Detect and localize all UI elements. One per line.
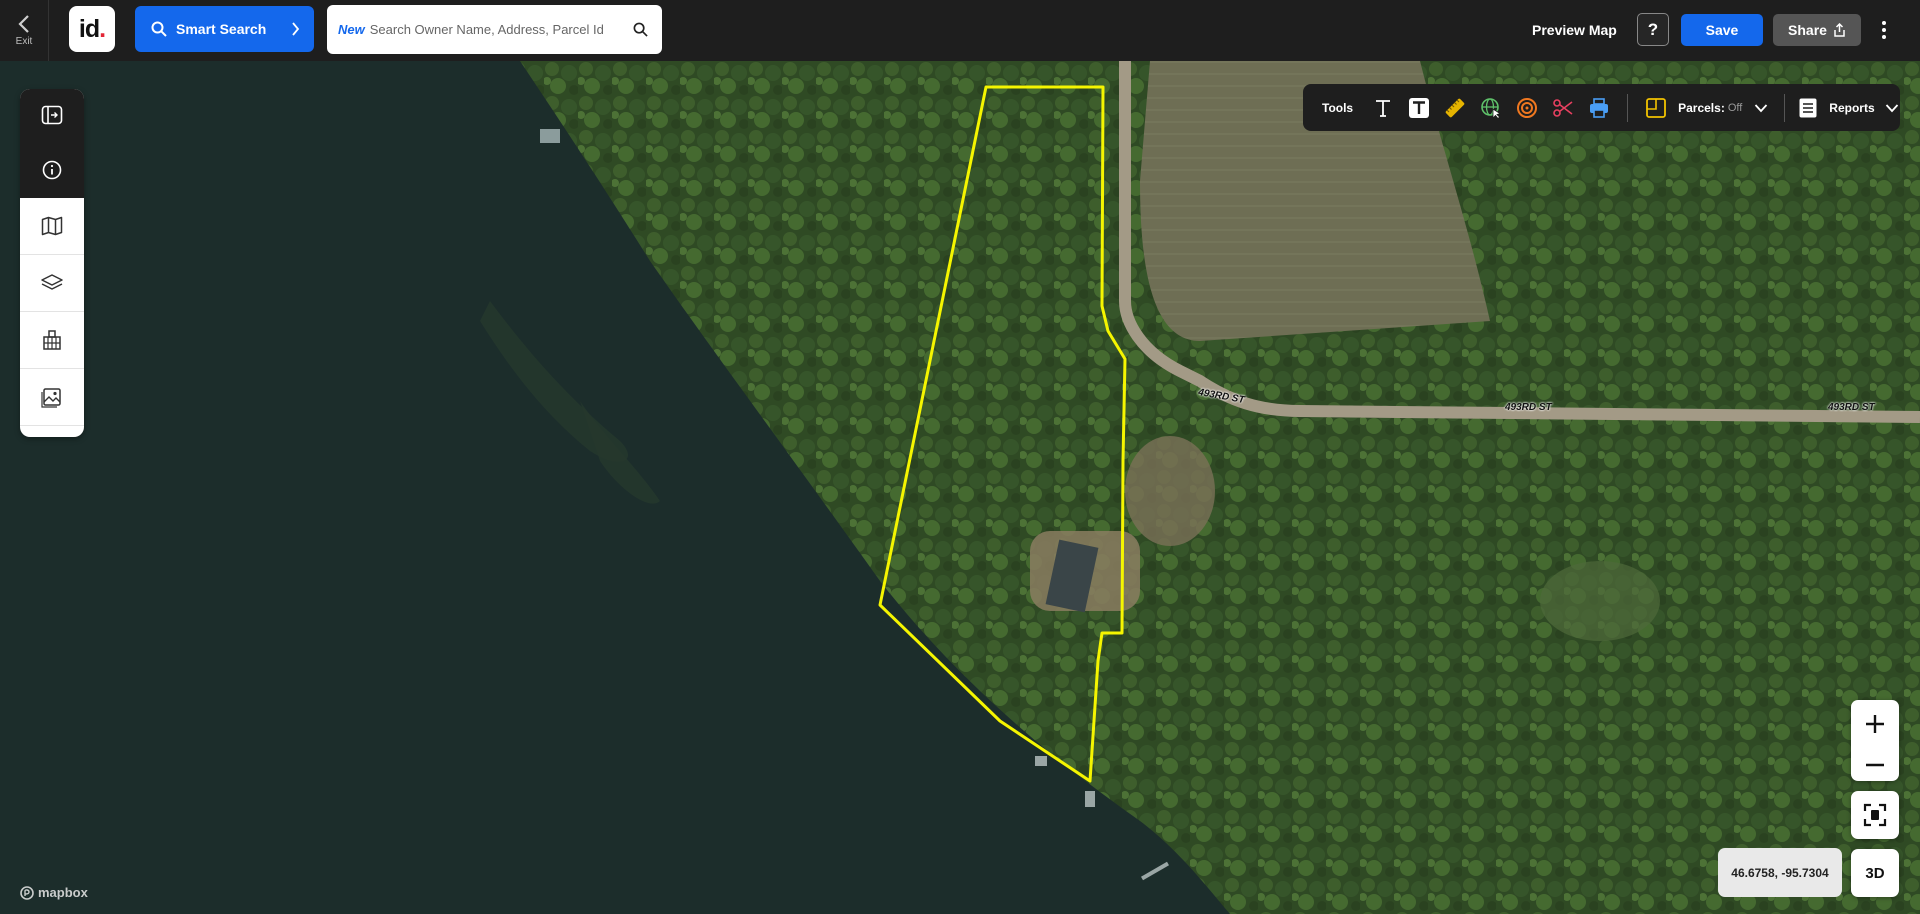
text-box-icon [1409,97,1430,118]
clearing [1540,561,1660,641]
exit-label: Exit [15,36,33,47]
exit-button[interactable]: Exit [0,0,49,61]
text-box-tool[interactable] [1401,93,1437,123]
buildings-icon [43,330,61,350]
parcels-toggle[interactable] [1638,93,1674,123]
image-icon [41,388,61,408]
fit-bounds-button[interactable] [1851,791,1899,839]
preview-map-button[interactable]: Preview Map [1520,13,1629,47]
info-button[interactable] [20,141,84,198]
logo-text: id [78,14,100,43]
logo[interactable]: id. [69,6,115,52]
chevron-down-icon[interactable] [1885,103,1899,113]
chevron-left-icon [18,15,29,33]
focus-frame-icon [1863,803,1887,827]
radius-tool[interactable] [1509,93,1545,123]
share-button[interactable]: Share [1773,14,1861,46]
smart-search-button[interactable]: Smart Search [135,6,314,52]
share-label: Share [1788,22,1827,38]
split-tool[interactable] [1545,93,1581,123]
globe-cursor-icon [1481,97,1502,119]
save-button[interactable]: Save [1681,14,1763,46]
map-button[interactable] [20,198,84,255]
radius-icon [1517,97,1538,118]
layers-icon [41,274,63,290]
reports-label[interactable]: Reports [1829,101,1874,115]
coordinates-readout: 46.6758, -95.7304 [1718,848,1842,897]
search-input[interactable] [369,22,633,37]
tools-bar: Tools Parcels: Off Reports [1303,84,1900,131]
reports-button[interactable] [1795,93,1821,123]
scissors-icon [1553,98,1573,117]
dock [1085,791,1095,807]
print-icon [1590,97,1609,118]
parcels-label[interactable]: Parcels: [1678,101,1725,115]
road-label: 493RD ST [1828,402,1875,413]
dock [540,129,560,143]
tools-label: Tools [1322,100,1354,115]
road-label: 493RD ST [1505,402,1552,413]
parcels-icon [1646,97,1667,118]
divider [1627,93,1629,122]
more-menu-icon[interactable] [1876,14,1892,46]
ruler-icon [1445,98,1465,117]
buildings-button[interactable] [20,312,84,369]
layers-button[interactable] [20,255,84,312]
zoom-out-icon[interactable] [1864,762,1886,768]
3d-toggle-button[interactable]: 3D [1851,849,1899,897]
share-icon [1834,23,1845,37]
satellite-map[interactable] [0,61,1920,914]
chevron-right-icon [292,22,300,36]
new-badge: New [338,22,365,37]
zoom-in-icon[interactable] [1864,713,1886,735]
parcels-state: Off [1727,101,1743,114]
top-bar: Exit id. Smart Search New Preview Map ? … [0,0,1920,61]
info-icon [42,160,62,179]
search-icon [151,21,167,37]
clearing [1125,436,1215,546]
chevron-down-icon[interactable] [1754,103,1768,113]
logo-dot: . [99,14,106,43]
search-icon[interactable] [633,22,648,37]
left-toolbar [20,89,84,437]
collapse-panel-button[interactable] [20,89,84,141]
imagery-button[interactable] [20,369,84,426]
report-icon [1799,98,1817,117]
mapbox-logo-icon [20,885,34,900]
search-bar[interactable]: New [327,5,662,54]
map-icon [41,216,63,236]
measure-tool[interactable] [1437,93,1473,123]
help-button[interactable]: ? [1637,13,1669,46]
zoom-control [1851,700,1899,781]
divider [1784,93,1786,122]
map-canvas[interactable] [0,61,1920,914]
text-icon [1376,99,1391,117]
mapbox-label: mapbox [38,885,88,900]
smart-search-label: Smart Search [176,21,267,37]
collapse-panel-icon [41,105,63,125]
text-tool[interactable] [1365,93,1401,123]
dock [1035,756,1047,766]
globe-select-tool[interactable] [1473,93,1509,123]
print-tool[interactable] [1581,93,1617,123]
mapbox-attribution[interactable]: mapbox [20,885,88,900]
